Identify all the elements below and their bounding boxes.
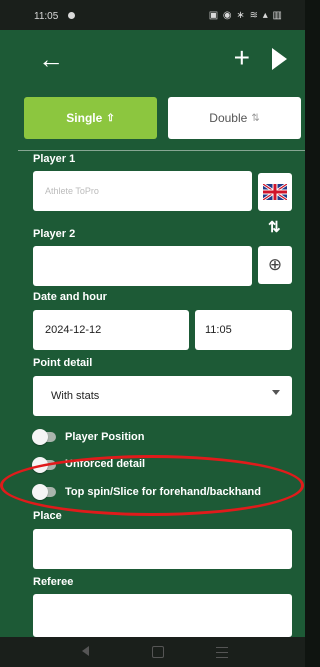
nav-menu-icon[interactable] (216, 647, 228, 658)
topspin-label: Top spin/Slice for forehand/backhand (65, 486, 261, 498)
topspin-toggle[interactable] (32, 484, 56, 500)
player1-placeholder: Athlete ToPro (45, 186, 99, 196)
app-bar: ← + (0, 30, 305, 92)
player2-input[interactable] (33, 246, 252, 286)
double-players-icon: ⇅ (251, 112, 260, 124)
player1-label: Player 1 (33, 153, 76, 165)
tab-double-label: Double (209, 111, 248, 125)
player1-input[interactable]: Athlete ToPro (33, 171, 252, 211)
unforced-detail-label: Unforced detail (65, 458, 146, 470)
globe-button[interactable]: ⊕ (258, 246, 292, 284)
time-value: 11:05 (205, 324, 232, 336)
status-bar: 11:05 ▣ ◉ ∗ ≋ ▴ ▥ (0, 0, 305, 30)
player-position-label: Player Position (65, 431, 145, 443)
section-divider (18, 150, 305, 151)
point-detail-select[interactable]: With stats (33, 376, 292, 416)
place-input[interactable] (33, 529, 292, 569)
nav-home-icon[interactable] (152, 646, 164, 658)
point-detail-label: Point detail (33, 357, 93, 369)
back-arrow-icon[interactable]: ← (38, 46, 64, 72)
screen: 11:05 ▣ ◉ ∗ ≋ ▴ ▥ ← + Single ⇧ Double ⇅ … (0, 0, 305, 667)
date-field[interactable]: 2024-12-12 (33, 310, 189, 350)
uk-flag-button[interactable] (258, 173, 292, 211)
dropdown-arrow-icon (272, 390, 280, 395)
referee-input[interactable] (33, 594, 292, 637)
status-icons: ▣ ◉ ∗ ≋ ▴ ▥ (208, 10, 283, 21)
place-label: Place (33, 510, 62, 522)
tab-double[interactable]: Double ⇅ (168, 97, 301, 139)
toggle-knob (32, 457, 48, 473)
uk-flag-icon (263, 184, 287, 200)
add-icon[interactable]: + (234, 44, 250, 72)
time-field[interactable]: 11:05 (195, 310, 292, 350)
player-position-toggle[interactable] (32, 429, 56, 445)
tab-single[interactable]: Single ⇧ (24, 97, 157, 139)
play-icon[interactable] (272, 48, 287, 70)
unforced-detail-toggle[interactable] (32, 457, 56, 473)
tab-single-label: Single (66, 111, 103, 125)
date-value: 2024-12-12 (45, 324, 102, 336)
referee-label: Referee (33, 576, 74, 588)
date-hour-label: Date and hour (33, 291, 107, 303)
notification-dot-icon (68, 12, 75, 19)
toggle-knob (32, 429, 48, 445)
toggle-knob (32, 484, 48, 500)
status-time: 11:05 (34, 11, 59, 22)
globe-icon: ⊕ (267, 255, 283, 274)
single-player-icon: ⇧ (106, 112, 115, 124)
player2-label: Player 2 (33, 228, 76, 240)
swap-players-icon[interactable]: ⇅ (268, 218, 281, 236)
nav-back-icon[interactable] (82, 646, 89, 656)
point-detail-value: With stats (51, 390, 100, 402)
system-nav-bar (0, 637, 305, 667)
